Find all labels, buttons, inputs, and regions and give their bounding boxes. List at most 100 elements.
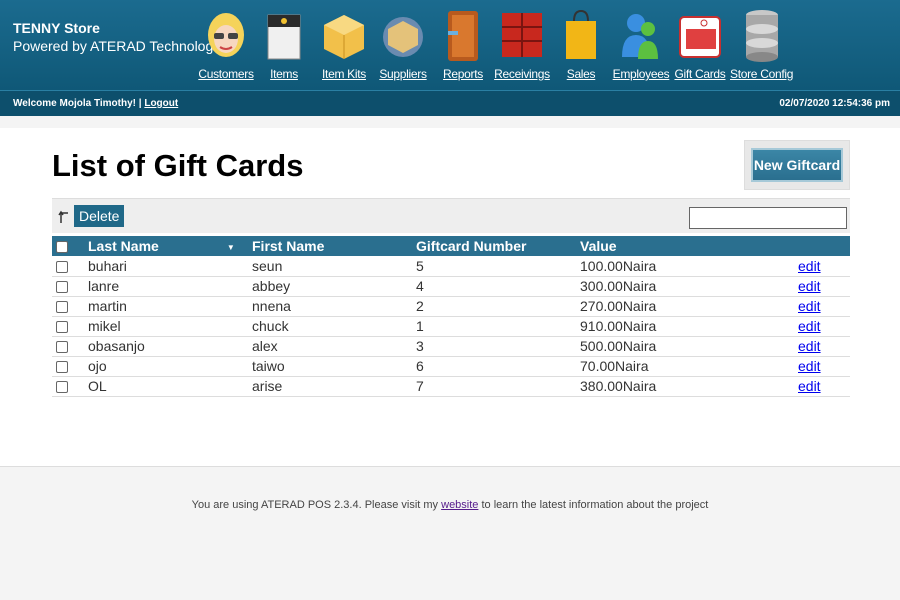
- cell-edit: edit: [798, 336, 850, 357]
- reports-icon: [440, 5, 486, 63]
- cell-value: 100.00Naira: [580, 256, 798, 277]
- select-arrow-icon: [58, 210, 68, 223]
- delete-button[interactable]: Delete: [74, 205, 125, 227]
- edit-link[interactable]: edit: [798, 258, 821, 274]
- cell-first-name: chuck: [252, 316, 416, 337]
- cell-last-name: obasanjo: [88, 336, 252, 357]
- menu-item-sales[interactable]: Sales: [560, 5, 602, 81]
- cell-giftcard-number: 2: [416, 296, 580, 317]
- search-input[interactable]: [689, 207, 847, 229]
- header-last-name[interactable]: Last Name ▼: [88, 236, 252, 256]
- row-select-cell: [52, 256, 88, 277]
- menu-label: Suppliers: [379, 67, 427, 81]
- cell-last-name: lanre: [88, 276, 252, 297]
- row-checkbox[interactable]: [56, 361, 68, 374]
- menu-label: Sales: [566, 67, 596, 81]
- footer-text-after: to learn the latest information about th…: [481, 499, 709, 511]
- header-label: Last Name: [88, 238, 159, 254]
- row-checkbox[interactable]: [56, 321, 68, 334]
- cell-first-name: taiwo: [252, 356, 416, 377]
- menu-item-gift-cards[interactable]: Gift Cards: [674, 5, 726, 81]
- menu-label: Gift Cards: [674, 67, 726, 81]
- menu-item-items[interactable]: Items: [262, 5, 306, 81]
- cell-first-name: alex: [252, 336, 416, 357]
- cell-edit: edit: [798, 296, 850, 317]
- cell-value: 380.00Naira: [580, 376, 798, 397]
- header-first-name[interactable]: First Name: [252, 236, 416, 256]
- table-row: OL arise 7 380.00Naira edit: [52, 376, 850, 397]
- cell-last-name: mikel: [88, 316, 252, 337]
- select-all-checkbox[interactable]: [56, 241, 68, 254]
- welcome-message: Welcome Mojola Timothy! | Logout: [13, 98, 178, 109]
- giftcards-table: Last Name ▼ First Name Giftcard Number Va…: [52, 236, 850, 397]
- table-header-row: Last Name ▼ First Name Giftcard Number Va…: [52, 236, 850, 256]
- row-select-cell: [52, 296, 88, 317]
- menu-item-reports[interactable]: Reports: [440, 5, 486, 81]
- edit-link[interactable]: edit: [798, 318, 821, 334]
- menu-label: Receivings: [494, 67, 550, 81]
- items-icon: [262, 5, 306, 63]
- cell-edit: edit: [798, 316, 850, 337]
- cell-last-name: OL: [88, 376, 252, 397]
- menu-label: Reports: [443, 67, 483, 81]
- item-kits-icon: [318, 5, 370, 63]
- employees-icon: [612, 5, 670, 63]
- row-checkbox[interactable]: [56, 261, 68, 274]
- store-config-icon: [730, 5, 788, 63]
- cell-first-name: abbey: [252, 276, 416, 297]
- cell-giftcard-number: 5: [416, 256, 580, 277]
- row-checkbox[interactable]: [56, 341, 68, 354]
- cell-edit: edit: [798, 276, 850, 297]
- receivings-icon: [494, 5, 550, 63]
- table-row: mikel chuck 1 910.00Naira edit: [52, 316, 850, 337]
- menu-item-item-kits[interactable]: Item Kits: [318, 5, 370, 81]
- cell-edit: edit: [798, 256, 850, 277]
- menu-item-receivings[interactable]: Receivings: [494, 5, 550, 81]
- gift-cards-icon: [674, 5, 726, 63]
- page-title: List of Gift Cards: [52, 148, 304, 183]
- header-giftcard-number[interactable]: Giftcard Number: [416, 236, 580, 256]
- row-select-cell: [52, 356, 88, 377]
- menu-item-employees[interactable]: Employees: [612, 5, 670, 81]
- sort-desc-icon: ▼: [226, 242, 235, 252]
- cell-last-name: buhari: [88, 256, 252, 277]
- website-link[interactable]: website: [441, 499, 478, 511]
- cell-last-name: ojo: [88, 356, 252, 377]
- edit-link[interactable]: edit: [798, 338, 821, 354]
- menu-item-store-config[interactable]: Store Config: [730, 5, 793, 81]
- header-actions: [798, 236, 850, 256]
- welcome-text: Welcome Mojola Timothy! |: [13, 98, 142, 109]
- edit-link[interactable]: edit: [798, 298, 821, 314]
- cell-edit: edit: [798, 356, 850, 377]
- select-all-cell: [52, 236, 88, 256]
- edit-link[interactable]: edit: [798, 358, 821, 374]
- header-value[interactable]: Value: [580, 236, 798, 256]
- cell-value: 910.00Naira: [580, 316, 798, 337]
- cell-giftcard-number: 4: [416, 276, 580, 297]
- cell-value: 500.00Naira: [580, 336, 798, 357]
- cell-last-name: martin: [88, 296, 252, 317]
- table-row: ojo taiwo 6 70.00Naira edit: [52, 356, 850, 377]
- footer-text: You are using ATERAD POS 2.3.4. Please v…: [0, 499, 900, 511]
- new-giftcard-button[interactable]: New Giftcard: [751, 148, 843, 182]
- menu-label: Items: [270, 67, 298, 81]
- menu-label: Employees: [612, 67, 670, 81]
- cell-giftcard-number: 6: [416, 356, 580, 377]
- row-checkbox[interactable]: [56, 281, 68, 294]
- logout-link[interactable]: Logout: [144, 98, 178, 109]
- menu-label: Customers: [198, 67, 254, 81]
- row-checkbox[interactable]: [56, 381, 68, 394]
- table-body: buhari seun 5 100.00Naira edit lanre abbey 4 300…: [52, 256, 850, 397]
- table-row: lanre abbey 4 300.00Naira edit: [52, 276, 850, 297]
- cell-giftcard-number: 3: [416, 336, 580, 357]
- menu-label: Item Kits: [322, 67, 366, 81]
- table-toolbar: Delete: [52, 198, 850, 233]
- row-checkbox[interactable]: [56, 301, 68, 314]
- menu-item-customers[interactable]: Customers: [198, 5, 254, 81]
- menu-item-suppliers[interactable]: Suppliers: [378, 5, 428, 81]
- edit-link[interactable]: edit: [798, 278, 821, 294]
- edit-link[interactable]: edit: [798, 378, 821, 394]
- cell-first-name: arise: [252, 376, 416, 397]
- row-select-cell: [52, 276, 88, 297]
- cell-value: 70.00Naira: [580, 356, 798, 377]
